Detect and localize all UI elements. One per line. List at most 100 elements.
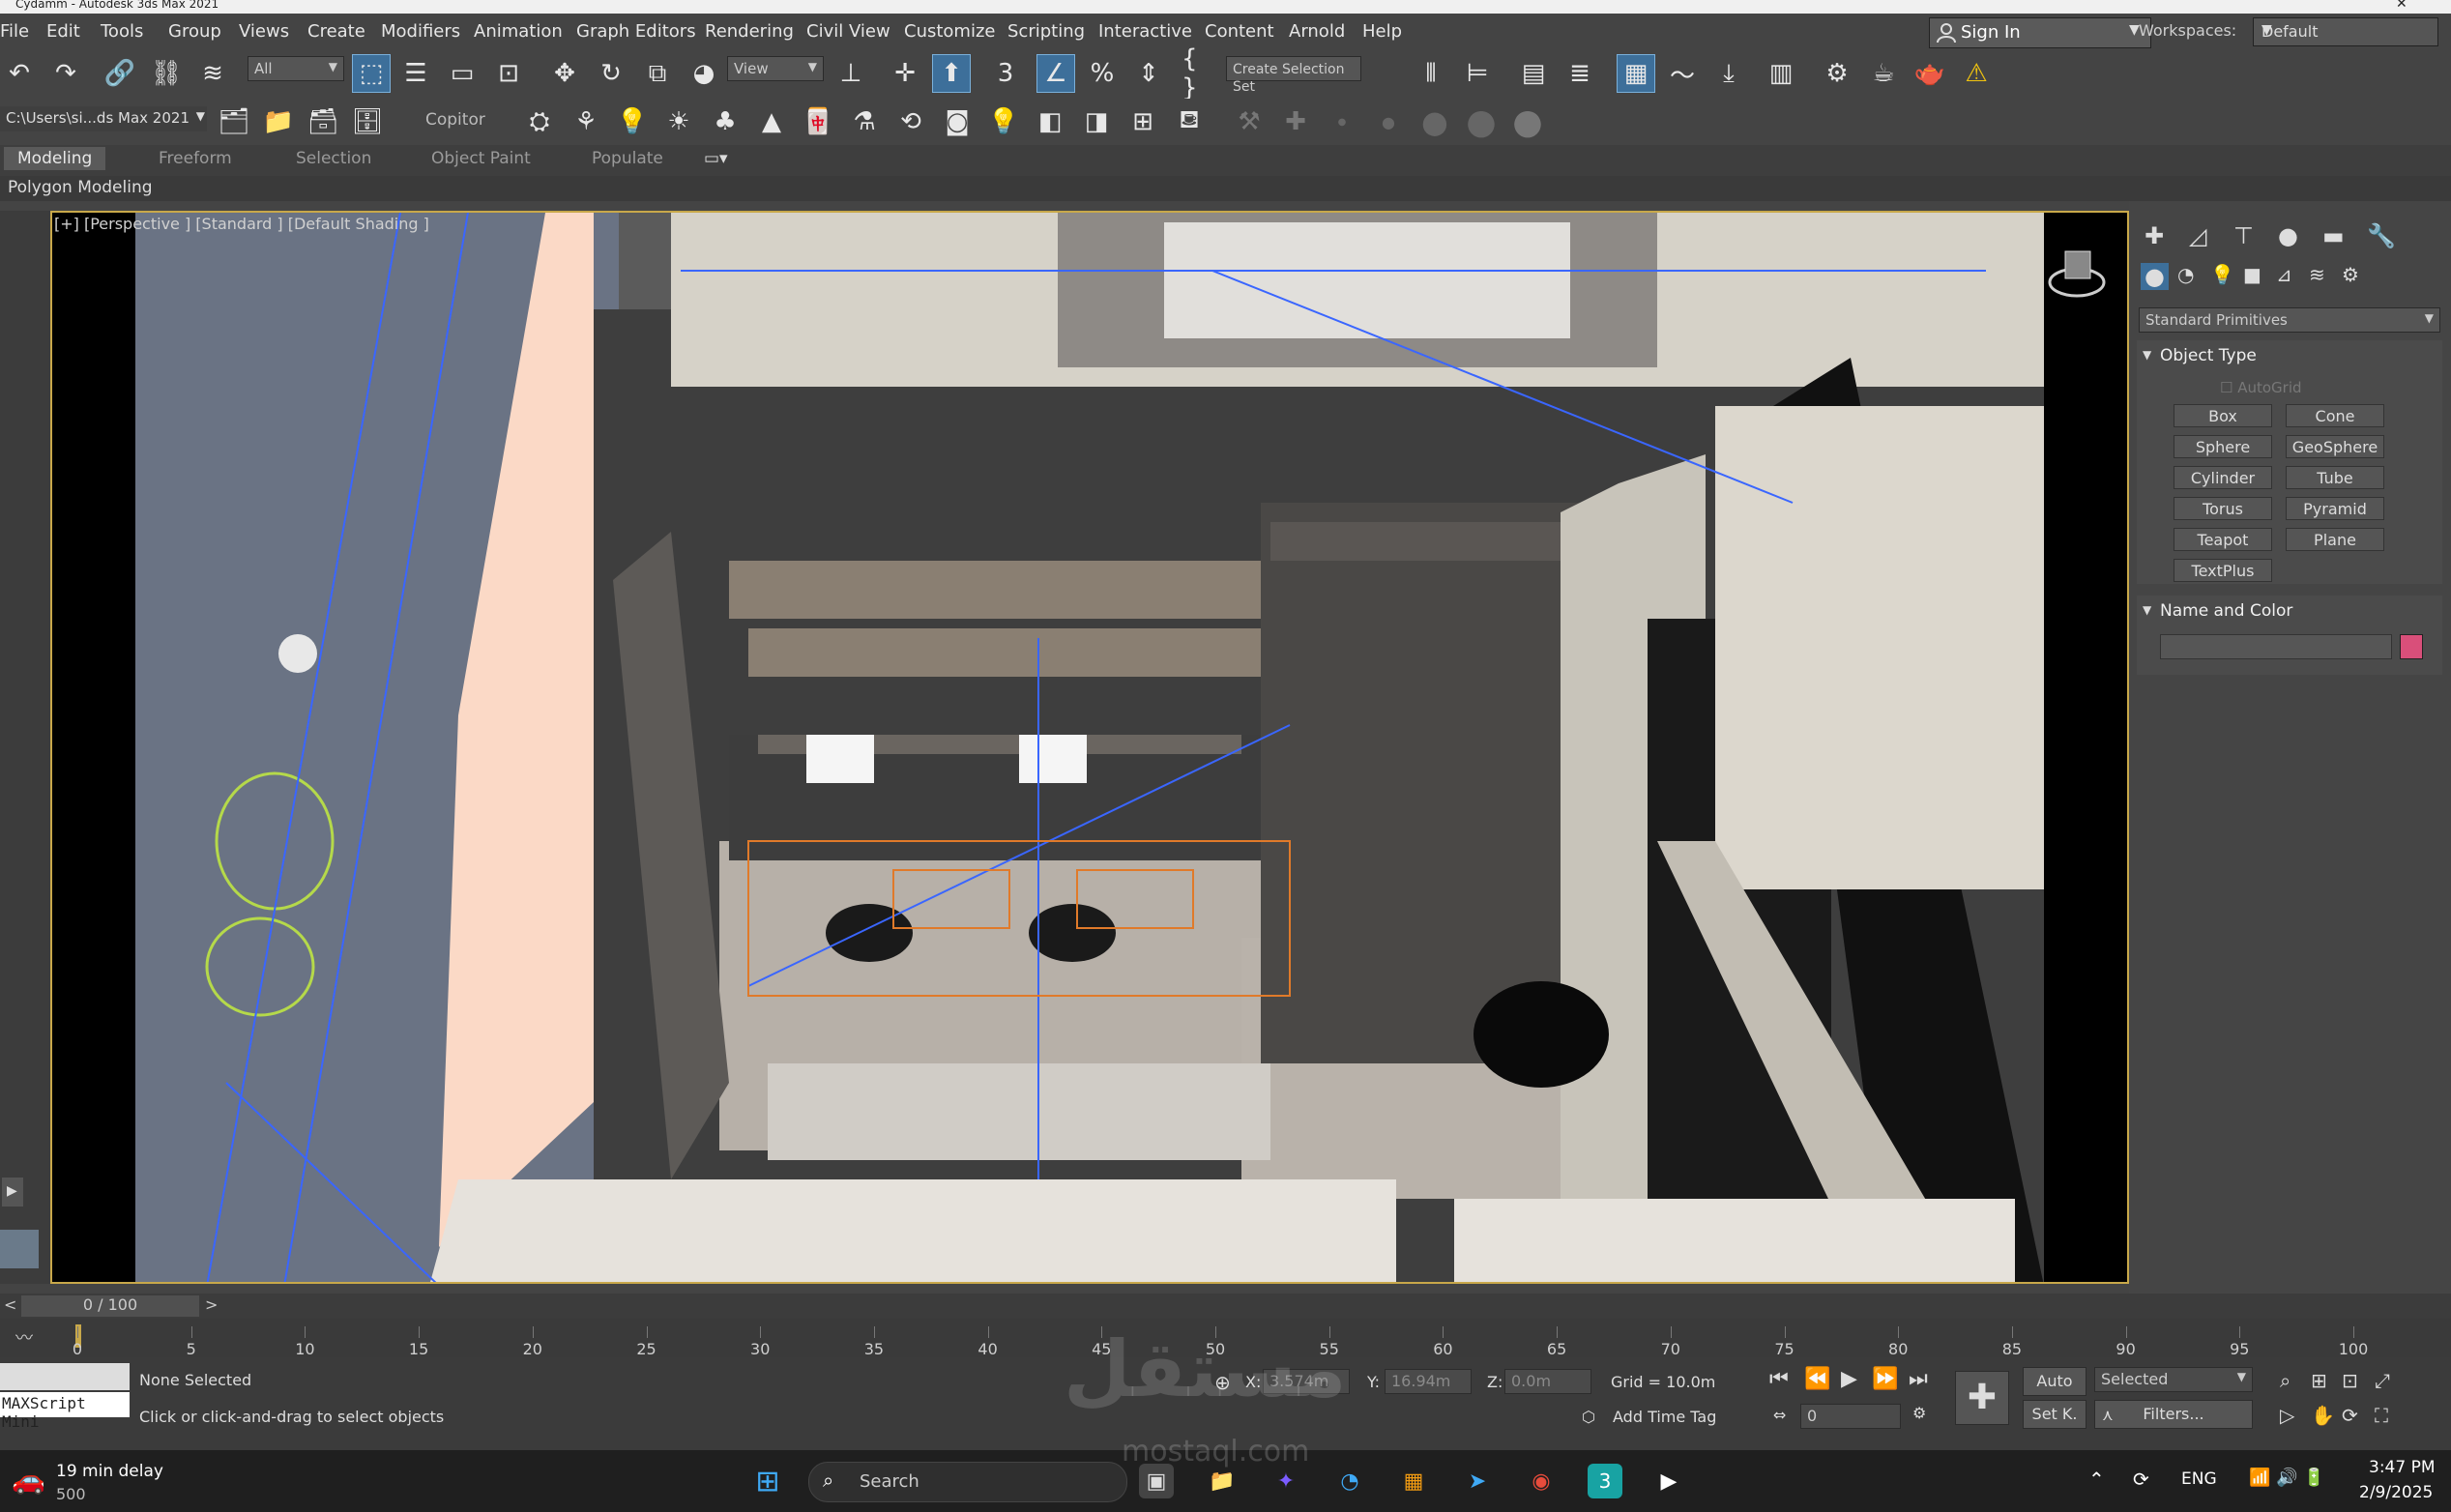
- mirror-icon[interactable]: ⫴: [1412, 54, 1450, 93]
- teapot-button[interactable]: Teapot: [2174, 528, 2272, 551]
- store-icon[interactable]: ▦: [1396, 1464, 1431, 1498]
- chrome-icon[interactable]: ◉: [1524, 1464, 1559, 1498]
- light-icon[interactable]: 💡: [613, 102, 652, 141]
- key-filter-select[interactable]: Selected ▼: [2094, 1367, 2253, 1392]
- geosphere-button[interactable]: GeoSphere: [2286, 435, 2384, 458]
- set-key-button[interactable]: Set K.: [2023, 1400, 2086, 1429]
- folder-open-icon[interactable]: 📁: [259, 102, 298, 141]
- box-button[interactable]: Box: [2174, 404, 2272, 427]
- schematic-view-icon[interactable]: ⤓: [1709, 54, 1748, 93]
- curve-toggle-icon[interactable]: 〰: [15, 1324, 33, 1350]
- render-icon[interactable]: ◙: [938, 102, 977, 141]
- texture-icon[interactable]: 🀄: [799, 102, 837, 141]
- copitor-label[interactable]: Copitor: [425, 110, 485, 130]
- menu-tools[interactable]: Tools: [101, 21, 143, 42]
- taskbar-search[interactable]: ⌕ Search: [808, 1462, 1127, 1502]
- shapes-icon[interactable]: ◔: [2177, 263, 2194, 286]
- tab-populate[interactable]: Populate: [592, 149, 663, 168]
- primitive-category-select[interactable]: Standard Primitives ▼: [2139, 307, 2440, 333]
- dot-large-icon[interactable]: ●: [1415, 102, 1454, 141]
- play-icon[interactable]: ▶: [1841, 1367, 1857, 1391]
- auto-key-button[interactable]: Auto: [2023, 1367, 2086, 1396]
- sun-icon[interactable]: ☀: [659, 102, 698, 141]
- align-icon[interactable]: ⊨: [1458, 54, 1497, 93]
- rectangular-selection-icon[interactable]: ▭: [443, 54, 481, 93]
- angle-snap-icon[interactable]: ∠: [1036, 54, 1075, 93]
- menu-rendering[interactable]: Rendering: [705, 21, 794, 42]
- rollout-collapse-icon[interactable]: ▼: [2143, 603, 2151, 617]
- time-config-icon[interactable]: ⚙: [1912, 1404, 1926, 1422]
- current-frame-field[interactable]: 0: [1800, 1404, 1901, 1429]
- geometry-icon[interactable]: ●: [2141, 263, 2169, 290]
- place-icon[interactable]: ◕: [685, 54, 723, 93]
- windows-start-icon[interactable]: ⊞: [750, 1464, 785, 1498]
- render-production-icon[interactable]: 🫖: [1911, 54, 1949, 93]
- prev-frame-icon[interactable]: ⏪: [1804, 1367, 1830, 1391]
- z-coordinate-field[interactable]: 0.0m: [1504, 1369, 1591, 1394]
- tree-icon[interactable]: ♣: [706, 102, 744, 141]
- rotate-icon[interactable]: ↻: [592, 54, 630, 93]
- zoom-extents-icon[interactable]: ⊡: [2342, 1369, 2358, 1392]
- sign-in-button[interactable]: Sign In ▼: [1929, 17, 2151, 48]
- zoom-icon[interactable]: ⌕: [2280, 1369, 2291, 1392]
- weather-icon[interactable]: 🚗: [12, 1464, 45, 1496]
- time-slider[interactable]: < 0 / 100 >: [0, 1294, 2451, 1319]
- task-view-icon[interactable]: ▣: [1139, 1464, 1174, 1498]
- space-warps-icon[interactable]: ≋: [2309, 263, 2325, 286]
- named-selection-set-select[interactable]: Create Selection Set: [1226, 56, 1361, 95]
- ribbon-options-icon[interactable]: ▭▾: [704, 149, 728, 168]
- cylinder-button[interactable]: Cylinder: [2174, 466, 2272, 489]
- selection-filter-select[interactable]: All ▼: [248, 56, 344, 81]
- utilities-tab-icon[interactable]: 🔧: [2367, 222, 2396, 249]
- goto-end-icon[interactable]: ⏭: [1909, 1367, 1928, 1391]
- weather-title[interactable]: 19 min delay: [56, 1462, 163, 1481]
- menu-help[interactable]: Help: [1362, 21, 1402, 42]
- sphere-button[interactable]: Sphere: [2174, 435, 2272, 458]
- expand-arrow-icon[interactable]: ▶: [2, 1178, 23, 1207]
- zoom-all-icon[interactable]: ⊞: [2311, 1369, 2327, 1392]
- motion-tab-icon[interactable]: ●: [2278, 222, 2298, 249]
- folder-settings-icon[interactable]: 🗄: [348, 102, 387, 141]
- move-icon[interactable]: ✥: [545, 54, 584, 93]
- undo-icon[interactable]: ↶: [0, 54, 39, 93]
- maxscript-output[interactable]: [0, 1363, 130, 1390]
- goto-start-icon[interactable]: ⏮: [1769, 1367, 1789, 1391]
- menu-file[interactable]: File: [0, 21, 29, 42]
- viewport-perspective[interactable]: [50, 211, 2129, 1284]
- teapot-icon[interactable]: ⛾: [1170, 102, 1209, 141]
- display-tab-icon[interactable]: ▬: [2322, 222, 2345, 249]
- cameras-icon[interactable]: ⛭: [520, 102, 559, 141]
- dot-medium-icon[interactable]: ●: [1369, 102, 1408, 141]
- pyramid-button[interactable]: Pyramid: [2286, 497, 2384, 520]
- object-name-field[interactable]: [2160, 634, 2392, 659]
- percent-snap-icon[interactable]: %: [1083, 54, 1122, 93]
- sphere-light-icon[interactable]: ●: [1508, 102, 1547, 142]
- textplus-button[interactable]: TextPlus: [2174, 559, 2272, 582]
- tube-button[interactable]: Tube: [2286, 466, 2384, 489]
- language-indicator[interactable]: ENG: [2181, 1469, 2217, 1489]
- set-key-big-button[interactable]: ✚: [1955, 1371, 2009, 1425]
- helpers-icon[interactable]: ⚘: [567, 102, 605, 141]
- menu-civil-view[interactable]: Civil View: [806, 21, 890, 42]
- volume-icon[interactable]: 🔊: [2276, 1468, 2297, 1488]
- clock-date[interactable]: 2/9/2025: [2359, 1483, 2433, 1502]
- media-player-icon[interactable]: ▶: [1651, 1464, 1686, 1498]
- select-by-name-icon[interactable]: ☰: [396, 54, 435, 93]
- conifer-icon[interactable]: ▲: [752, 102, 791, 141]
- battery-icon[interactable]: 🔋: [2303, 1468, 2324, 1488]
- keyboard-shortcut-override-icon[interactable]: ⬆: [932, 54, 971, 93]
- refresh-icon[interactable]: ⟲: [891, 102, 930, 141]
- edge-icon[interactable]: ◔: [1332, 1464, 1367, 1498]
- flask-icon[interactable]: ⚗: [845, 102, 884, 141]
- snaps-toggle-icon[interactable]: 3: [986, 54, 1025, 93]
- curve-editor-icon[interactable]: 〜: [1663, 54, 1702, 93]
- tab-modeling[interactable]: Modeling: [4, 147, 106, 170]
- menu-scripting[interactable]: Scripting: [1007, 21, 1085, 42]
- dot-small-icon[interactable]: ●: [1323, 102, 1361, 141]
- key-mode-icon[interactable]: ⇔: [1773, 1406, 1786, 1424]
- tab-object-paint[interactable]: Object Paint: [431, 149, 531, 168]
- y-coordinate-field[interactable]: 16.94m: [1385, 1369, 1472, 1394]
- edit-named-selection-icon[interactable]: { }: [1182, 44, 1220, 102]
- cone-button[interactable]: Cone: [2286, 404, 2384, 427]
- link-icon[interactable]: 🔗: [101, 54, 139, 93]
